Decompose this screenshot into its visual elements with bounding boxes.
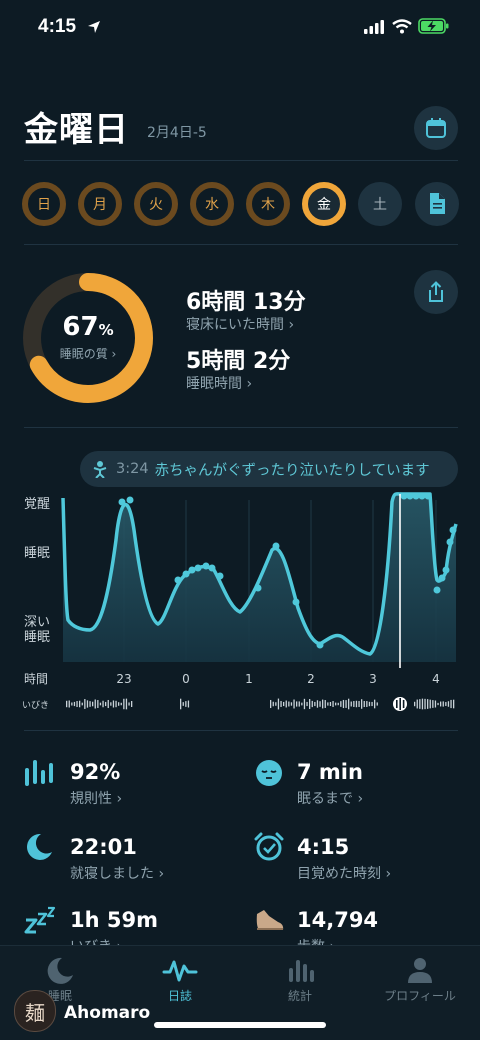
day-3[interactable]: 火 [134, 182, 178, 226]
tab-profile[interactable]: プロフィール [360, 956, 480, 1004]
sleep-time-value: 5時間 2分 [186, 349, 291, 374]
day-5[interactable]: 木 [246, 182, 290, 226]
snore-waveform [66, 697, 455, 711]
day-7[interactable]: 土 [358, 182, 402, 226]
stat-value: 22:01 [70, 835, 137, 859]
tab-label: プロフィール [384, 989, 456, 1003]
baby-icon [93, 461, 107, 478]
stat-bedtime[interactable]: 22:01 就寝しました › [70, 835, 164, 883]
divider [24, 427, 458, 428]
quality-number: 67 [62, 312, 99, 342]
wifi-icon [392, 19, 412, 34]
divider [24, 730, 458, 731]
stat-label: 目覚めた時刻 › [297, 866, 392, 882]
stat-wake-time[interactable]: 4:15 目覚めた時刻 › [297, 835, 391, 883]
stat-label: 眠るまで › [297, 791, 364, 807]
x-tick: 1 [245, 672, 253, 686]
x-tick: 2 [307, 672, 315, 686]
sleep-quality-label[interactable]: 睡眠の質 › [21, 345, 155, 362]
sleep-quality-value: 67% [21, 312, 155, 342]
day-6[interactable]: 金 [302, 182, 346, 226]
bars-icon [289, 960, 314, 982]
location-arrow-icon [88, 21, 100, 33]
date-range: 2月4日-5 [147, 125, 207, 141]
page-title: 金曜日 [24, 110, 129, 150]
moon-icon [47, 957, 73, 984]
tab-stats[interactable]: 統計 [240, 956, 360, 1004]
time-in-bed-value: 6時間 13分 [186, 290, 306, 315]
stat-label: 就寝しました › [70, 866, 165, 882]
stat-value: 14,794 [297, 908, 379, 932]
shoe-icon [256, 910, 284, 930]
x-tick: 0 [182, 672, 190, 686]
x-tick: 23 [116, 672, 132, 686]
event-time: 3:24 [116, 461, 149, 477]
person-icon [408, 958, 432, 983]
calendar-icon [426, 118, 446, 138]
status-time: 4:15 [38, 16, 77, 37]
day-4[interactable]: 水 [190, 182, 234, 226]
battery-charging-icon [418, 18, 449, 34]
stat-sleep-latency[interactable]: 7 min 眠るまで › [297, 760, 363, 808]
tab-label: 統計 [287, 989, 312, 1003]
calendar-button[interactable] [414, 106, 458, 150]
sleep-time-label[interactable]: 睡眠時間 › [186, 373, 252, 393]
moon-icon [27, 833, 52, 860]
signal-icon [364, 20, 384, 34]
bars-icon [25, 760, 53, 786]
day-1[interactable]: 日 [22, 182, 66, 226]
x-tick: 4 [432, 672, 440, 686]
stat-value: 92% [70, 760, 121, 784]
sleepy-face-icon [256, 760, 282, 786]
stat-label: 規則性 › [70, 791, 123, 807]
share-button[interactable] [414, 270, 458, 314]
wave-icon [162, 960, 198, 982]
avatar: 麺 [14, 990, 56, 1032]
alarm-icon [254, 832, 284, 861]
divider [24, 244, 458, 245]
stat-value: 1h 59m [70, 908, 158, 932]
home-indicator[interactable] [154, 1022, 326, 1028]
snore-row-label: いびき [22, 701, 50, 711]
tab-label: 日誌 [167, 989, 192, 1003]
stat-regularity[interactable]: 92% 規則性 › [70, 760, 122, 808]
stat-value: 4:15 [297, 835, 350, 859]
time-in-bed-label[interactable]: 寝床にいた時間 › [186, 314, 294, 334]
day-2[interactable]: 月 [78, 182, 122, 226]
quality-unit: % [98, 321, 114, 339]
share-icon [429, 281, 443, 302]
document-icon [430, 193, 445, 214]
divider [24, 160, 458, 161]
tab-journal[interactable]: 日誌 [120, 956, 240, 1004]
watermark-name: Ahomaro [64, 1003, 151, 1023]
event-text: 赤ちゃんがぐずったり泣いたりしています [154, 462, 430, 479]
stat-value: 7 min [297, 760, 363, 784]
x-tick: 3 [369, 672, 377, 686]
zzz-icon [24, 906, 56, 934]
report-button[interactable] [415, 182, 459, 226]
x-axis-title: 時間 [24, 672, 49, 686]
